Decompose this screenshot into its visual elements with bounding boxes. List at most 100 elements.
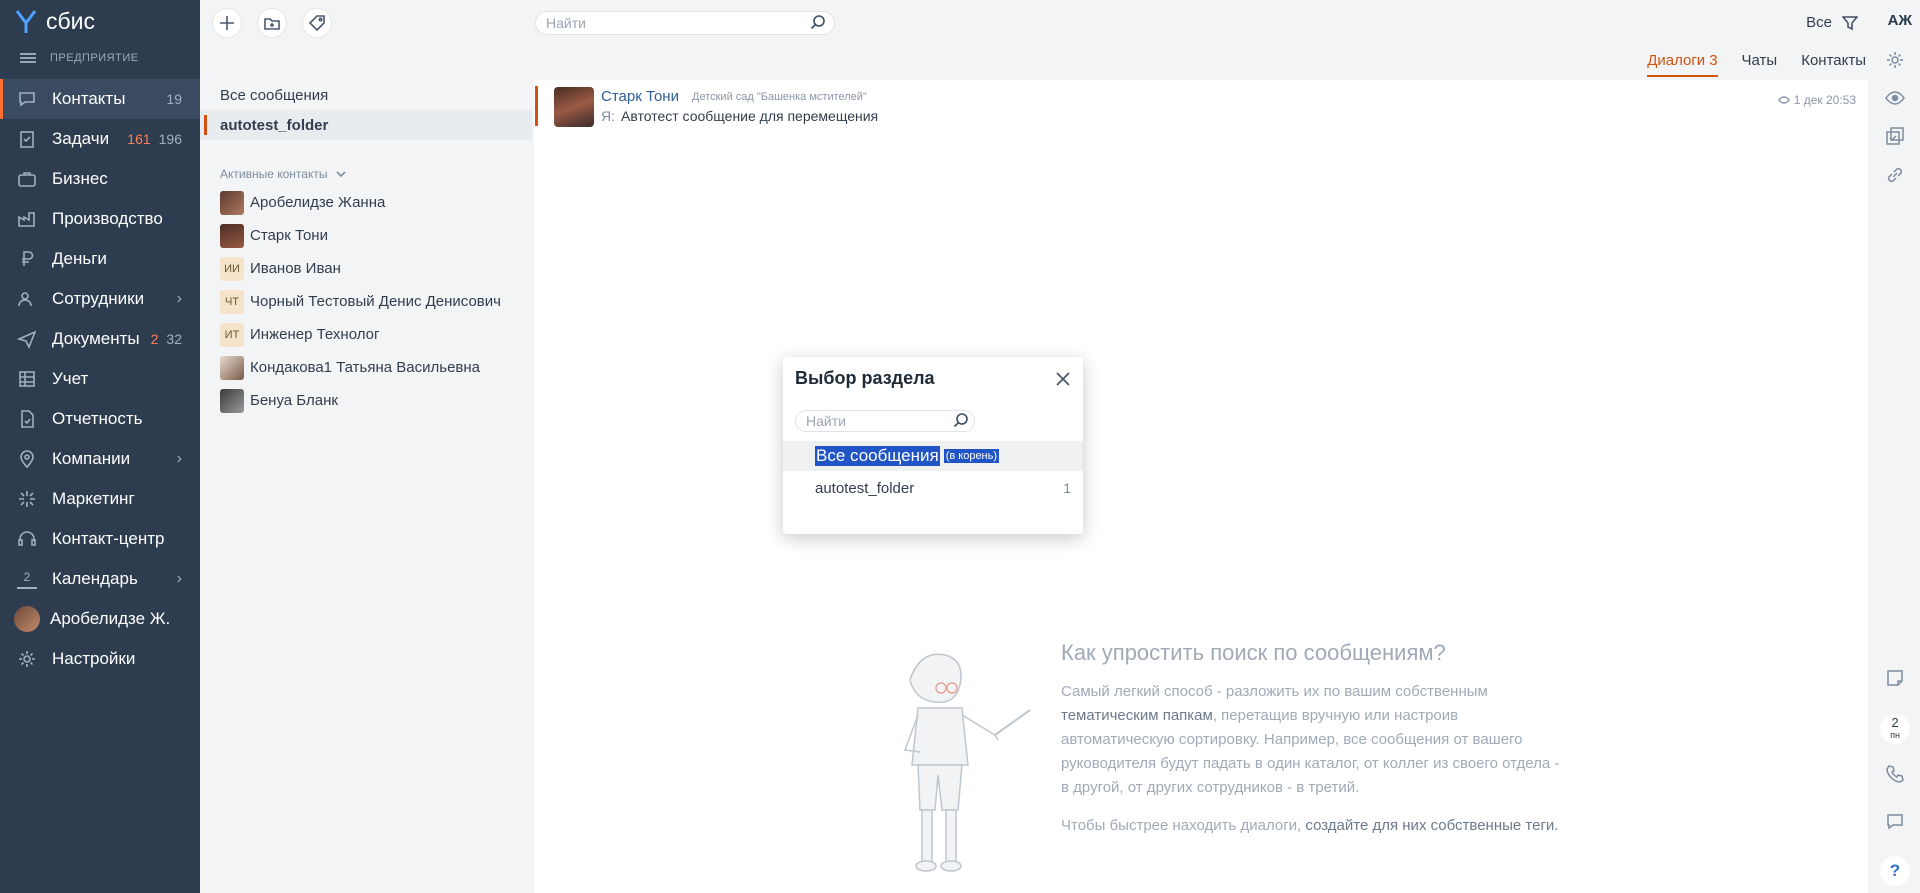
report-icon [16,408,38,430]
nav-item-accounting[interactable]: Учет [0,359,200,399]
headset-icon [16,528,38,550]
nav-label: Настройки [52,649,136,668]
search-icon[interactable] [810,14,828,32]
avatar [220,355,244,380]
active-contacts-header[interactable]: Активные контакты [200,162,532,186]
sparkle-icon [16,488,38,510]
logo-icon [15,9,37,33]
phone-icon[interactable] [1884,763,1906,785]
search-input[interactable] [535,11,835,35]
nav-label: Календарь [52,569,138,588]
nav-label: Учет [52,369,89,388]
tasks-icon [16,128,38,150]
nav-item-money[interactable]: Деньги [0,239,200,279]
filter-button[interactable]: Все [1806,14,1858,31]
contact-item[interactable]: Старк Тони [200,219,532,252]
app-name: сбис [46,8,96,34]
dialog-tabs: Диалоги 3 Чаты Контакты [1647,52,1866,77]
nav-label: Аробелидзе Ж. [50,609,171,628]
teacher-illustration [903,653,1031,872]
nav-count: 2 32 [150,331,182,347]
chevron-right-icon[interactable]: › [177,290,182,308]
calendar-day-button[interactable]: 2 пн [1880,714,1910,744]
comment-icon[interactable] [1884,810,1906,832]
contact-item[interactable]: Бенуа Бланк [200,384,532,417]
eye-icon[interactable] [1884,87,1906,109]
ruble-icon [16,248,38,270]
contact-item[interactable]: Аробелидзе Жанна [200,186,532,219]
nav-item-contacts[interactable]: Контакты 19 [0,79,200,119]
tags-button[interactable] [302,8,332,38]
add-button[interactable] [212,8,242,38]
tags-link[interactable]: создайте для них собственные теги. [1305,817,1558,834]
empty-state-hint: Как упростить поиск по сообщениям? Самый… [1061,640,1561,852]
sender-name[interactable]: Старк Тони [601,88,679,105]
tab-chats[interactable]: Чаты [1742,52,1778,77]
link-icon[interactable] [1884,164,1906,186]
nav-label: Маркетинг [52,489,135,508]
org-switcher[interactable]: ПРЕДПРИЯТИЕ [20,52,139,64]
nav-label: Контакт-центр [52,529,165,548]
chevron-right-icon[interactable]: › [177,450,182,468]
nav-item-marketing[interactable]: Маркетинг [0,479,200,519]
folders-link[interactable]: тематическим папкам [1061,707,1213,724]
calendar-icon: 2 [16,568,38,590]
gear-icon[interactable] [1884,49,1906,71]
folder-all-messages[interactable]: Все сообщения [200,80,532,110]
checklist-icon[interactable] [1884,125,1906,147]
folders-panel: Все сообщения autotest_folder Активные к… [200,80,532,893]
filter-label: Все [1806,14,1832,31]
nav-item-calendar[interactable]: 2 Календарь › [0,559,200,599]
chevron-right-icon[interactable]: › [177,570,182,588]
hint-paragraph-1: Самый легкий способ - разложить их по ва… [1061,683,1560,796]
main-navigation: сбис ПРЕДПРИЯТИЕ Контакты 19 Задачи 161 1… [0,0,200,893]
factory-icon [16,208,38,230]
close-icon[interactable] [1055,371,1073,389]
hint-title: Как упростить поиск по сообщениям? [1061,640,1446,665]
app-logo[interactable]: сбис [14,8,95,35]
search-icon[interactable] [953,412,971,430]
avatar-initials: ИИ [220,256,244,281]
dialog-folder-item[interactable]: autotest_folder 1 [783,473,1083,503]
contact-item[interactable]: ИИ Иванов Иван [200,252,532,285]
nav-item-production[interactable]: Производство [0,199,200,239]
read-icon [1777,96,1790,104]
dialog-search-input[interactable] [795,410,975,432]
nav-count: 19 [166,91,182,107]
folder-add-icon [264,18,280,30]
message-row[interactable]: Старк Тони Детский сад "Башенка мстителе… [534,86,1868,127]
nav-item-reports[interactable]: Отчетность [0,399,200,439]
nav-item-companies[interactable]: Компании › [0,439,200,479]
menu-icon[interactable] [20,53,36,63]
org-name: ПРЕДПРИЯТИЕ [50,52,139,64]
dialog-folder-root[interactable]: Все сообщения (в корень) [783,441,1083,471]
contact-item[interactable]: ЧТ Чорный Тестовый Денис Денисович [200,285,532,318]
help-button[interactable]: ? [1880,856,1910,886]
note-icon[interactable] [1884,667,1906,689]
tab-contacts[interactable]: Контакты [1801,52,1866,77]
chevron-down-icon [336,171,347,178]
sender-org: Детский сад "Башенка мстителей" [692,91,867,103]
nav-item-profile[interactable]: Аробелидзе Ж. [0,599,200,639]
avatar-initials: ИТ [220,322,244,347]
nav-item-contact-center[interactable]: Контакт-центр [0,519,200,559]
nav-label: Сотрудники [52,289,145,308]
contact-item[interactable]: Кондакова1 Татьяна Васильевна [200,351,532,384]
message-time: 1 дек 20:53 [1777,93,1856,107]
user-initials[interactable]: АЖ [1888,12,1912,29]
contact-item[interactable]: ИТ Инженер Технолог [200,318,532,351]
tab-dialogs[interactable]: Диалоги 3 [1647,52,1718,77]
new-folder-button[interactable] [257,8,287,38]
send-icon [16,328,38,350]
briefcase-icon [16,168,38,190]
nav-item-employees[interactable]: Сотрудники › [0,279,200,319]
nav-item-tasks[interactable]: Задачи 161 196 [0,119,200,159]
nav-label: Деньги [52,249,107,268]
nav-item-business[interactable]: Бизнес [0,159,200,199]
folder-autotest[interactable]: autotest_folder [200,110,532,140]
avatar [220,190,244,215]
tag-icon [308,15,325,32]
plus-icon [220,16,234,30]
nav-item-documents[interactable]: Документы 2 32 [0,319,200,359]
nav-item-settings[interactable]: Настройки [0,639,200,679]
